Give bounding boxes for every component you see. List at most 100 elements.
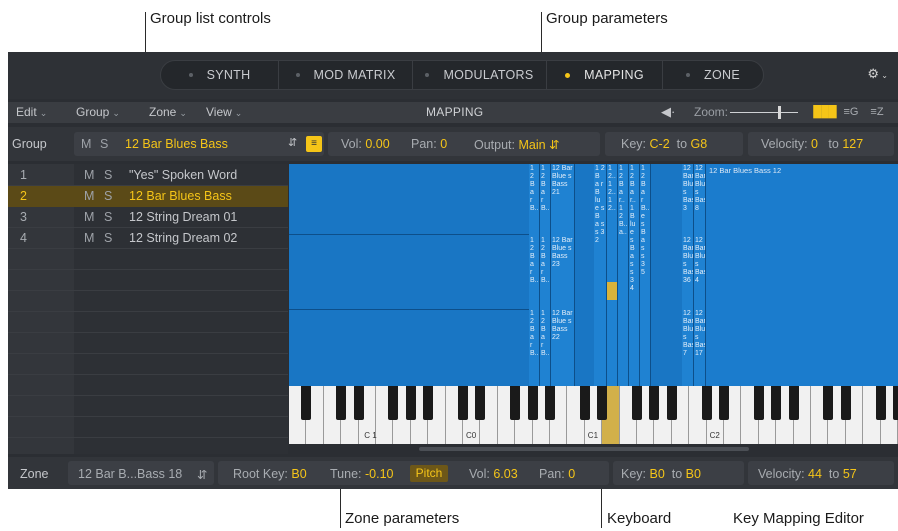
black-key[interactable] — [771, 386, 782, 420]
menu-edit[interactable]: Edit ⌄ — [16, 105, 47, 119]
zone-block[interactable]: 1 2 B a r B.. — [540, 309, 551, 386]
piano-icon[interactable]: ███ — [813, 104, 837, 121]
group-output[interactable]: Output: Main ⇵ — [474, 137, 560, 152]
black-key[interactable] — [301, 386, 312, 420]
tab-synth[interactable]: SYNTH — [161, 61, 279, 89]
tab-mod-matrix[interactable]: MOD MATRIX — [279, 61, 413, 89]
group-key-range[interactable]: Key: C-2 to G8 — [621, 137, 707, 151]
tab-modulators[interactable]: MODULATORS — [413, 61, 547, 89]
group-solo-button[interactable]: S — [104, 210, 112, 224]
black-key[interactable] — [423, 386, 434, 420]
group-mute-button[interactable]: M — [81, 137, 91, 151]
zone-block[interactable]: 12 Bar Blue s Bass 22 — [551, 309, 575, 386]
zone-pan[interactable]: Pan: 0 — [539, 467, 575, 481]
group-pan[interactable]: Pan: 0 — [411, 137, 447, 151]
group-vol[interactable]: Vol: 0.00 — [341, 137, 390, 151]
zone-block[interactable]: 1 2 B a r B.. — [540, 236, 551, 309]
black-key[interactable] — [579, 386, 590, 420]
group-list-item[interactable]: 3 M S 12 String Dream 01 — [8, 207, 288, 228]
zone-block[interactable]: 1 2 B a r B lu e s B a s s 3 2 — [594, 164, 607, 386]
zone-block[interactable]: 12 Bar Blue s Bass 3 — [682, 164, 694, 236]
stepper-icon[interactable]: ⇵ — [288, 136, 297, 149]
list-icon[interactable]: ≡G — [839, 104, 863, 121]
zone-block[interactable]: 1 2 B a r B.. e s B a s s 3 5 — [640, 164, 651, 386]
keyboard-scrollbar[interactable] — [289, 444, 898, 454]
black-key[interactable] — [701, 386, 712, 420]
black-key[interactable] — [649, 386, 660, 420]
zone-root-key[interactable]: Root Key: B0 — [233, 467, 307, 481]
scrollbar-thumb[interactable] — [419, 447, 749, 451]
zone-block[interactable]: 1 2 B a r B.. — [529, 236, 540, 309]
stepper-icon[interactable]: ⇵ — [197, 467, 207, 482]
zone-block[interactable]: 12 Bar Blue s Bass 23 — [551, 236, 575, 309]
tab-mapping[interactable]: MAPPING — [547, 61, 663, 89]
group-list-item[interactable]: 2 M S 12 Bar Blues Bass — [8, 186, 288, 207]
zone-name[interactable]: 12 Bar B...Bass 18 — [78, 467, 182, 481]
black-key[interactable] — [666, 386, 677, 420]
black-key[interactable] — [753, 386, 764, 420]
zoom-slider-handle[interactable] — [778, 106, 781, 119]
black-key[interactable] — [458, 386, 468, 420]
zone-block[interactable]: 12 Bar Blue s Bass 17 — [694, 309, 706, 386]
zone-block[interactable]: 12 Bar Blue s Bass 8 — [694, 164, 706, 236]
black-key[interactable] — [510, 386, 521, 420]
tab-zone[interactable]: ZONE — [663, 61, 763, 89]
black-key[interactable] — [597, 386, 608, 420]
keyboard[interactable]: C 1 C0 C1 C2 — [289, 386, 898, 444]
group-mute-button[interactable]: M — [84, 168, 94, 182]
black-key[interactable] — [405, 386, 416, 420]
zone-block[interactable]: 1 2.. 1 2.. 1 2.. — [607, 164, 618, 386]
zone-block[interactable]: 12 Bar Blue s Bass 36 — [682, 236, 694, 309]
black-key[interactable] — [336, 386, 347, 420]
key-mapping-editor[interactable]: 12 Bar Blues Bass 12 1 2 B a r B.. 1 2 B … — [289, 164, 898, 386]
black-key[interactable] — [893, 386, 898, 420]
black-key[interactable] — [632, 386, 642, 420]
zone-block[interactable]: 12 Bar Blue s Bass 7 — [682, 309, 694, 386]
menu-group[interactable]: Group ⌄ — [76, 105, 120, 119]
group-name: 12 Bar Blues Bass — [129, 189, 232, 203]
pitch-button[interactable]: Pitch — [410, 465, 448, 482]
zone-block[interactable]: 1 2 B a r.. 1 B lu e s B a s s 3 4 — [629, 164, 640, 386]
group-solo-button[interactable]: S — [104, 168, 112, 182]
zone-block[interactable]: 12 Bar Blue s Bass 21 — [551, 164, 575, 236]
group-solo-button[interactable]: S — [104, 189, 112, 203]
black-key[interactable] — [388, 386, 399, 420]
black-key[interactable] — [527, 386, 538, 420]
black-key[interactable] — [875, 386, 886, 420]
menu-view[interactable]: View ⌄ — [206, 105, 242, 119]
group-mute-button[interactable]: M — [84, 210, 94, 224]
black-key[interactable] — [788, 386, 799, 420]
selected-zone-block[interactable] — [607, 282, 618, 300]
group-mute-button[interactable]: M — [84, 231, 94, 245]
zone-velocity-range[interactable]: Velocity: 44 to 57 — [758, 467, 857, 481]
black-key[interactable] — [475, 386, 486, 420]
zone-vol[interactable]: Vol: 6.03 — [469, 467, 518, 481]
group-mute-button[interactable]: M — [84, 189, 94, 203]
black-key[interactable] — [823, 386, 834, 420]
group-solo-button[interactable]: S — [104, 231, 112, 245]
zone-block[interactable]: 1 2 B a r.. 1 2 B.. a.. — [618, 164, 629, 386]
black-key[interactable] — [545, 386, 555, 420]
group-solo-button[interactable]: S — [100, 137, 108, 151]
zoom-slider[interactable] — [730, 112, 798, 113]
black-key[interactable] — [840, 386, 851, 420]
speaker-icon[interactable]: ◀· — [661, 104, 675, 120]
group-velocity-range[interactable]: Velocity: 0 to 127 — [761, 137, 863, 151]
black-key[interactable] — [353, 386, 364, 420]
group-list-item[interactable]: 1 M S "Yes" Spoken Word — [8, 165, 288, 186]
zone-tune[interactable]: Tune: -0.10 — [330, 467, 394, 481]
zone-block[interactable]: 1 2 B a r B.. — [540, 164, 551, 236]
zone-block[interactable]: 1 2 B a r B.. — [529, 309, 540, 386]
list-icon[interactable]: ≡ — [306, 136, 322, 152]
sort-icon[interactable]: ≡Z — [865, 104, 889, 121]
zone-block-large[interactable]: 12 Bar Blues Bass 12 — [706, 164, 898, 386]
group-name[interactable]: 12 Bar Blues Bass — [125, 137, 228, 151]
menu-zone[interactable]: Zone ⌄ — [149, 105, 187, 119]
gear-icon[interactable]: ⚙ ⌄ — [867, 66, 888, 82]
chevron-down-icon: ⌄ — [234, 108, 243, 118]
black-key[interactable] — [719, 386, 729, 420]
zone-block[interactable]: 12 Bar Blue s Bass 4 — [694, 236, 706, 309]
group-list-item[interactable]: 4 M S 12 String Dream 02 — [8, 228, 288, 249]
zone-block[interactable]: 1 2 B a r B.. — [529, 164, 540, 236]
zone-key-range[interactable]: Key: B0 to B0 — [621, 467, 701, 481]
